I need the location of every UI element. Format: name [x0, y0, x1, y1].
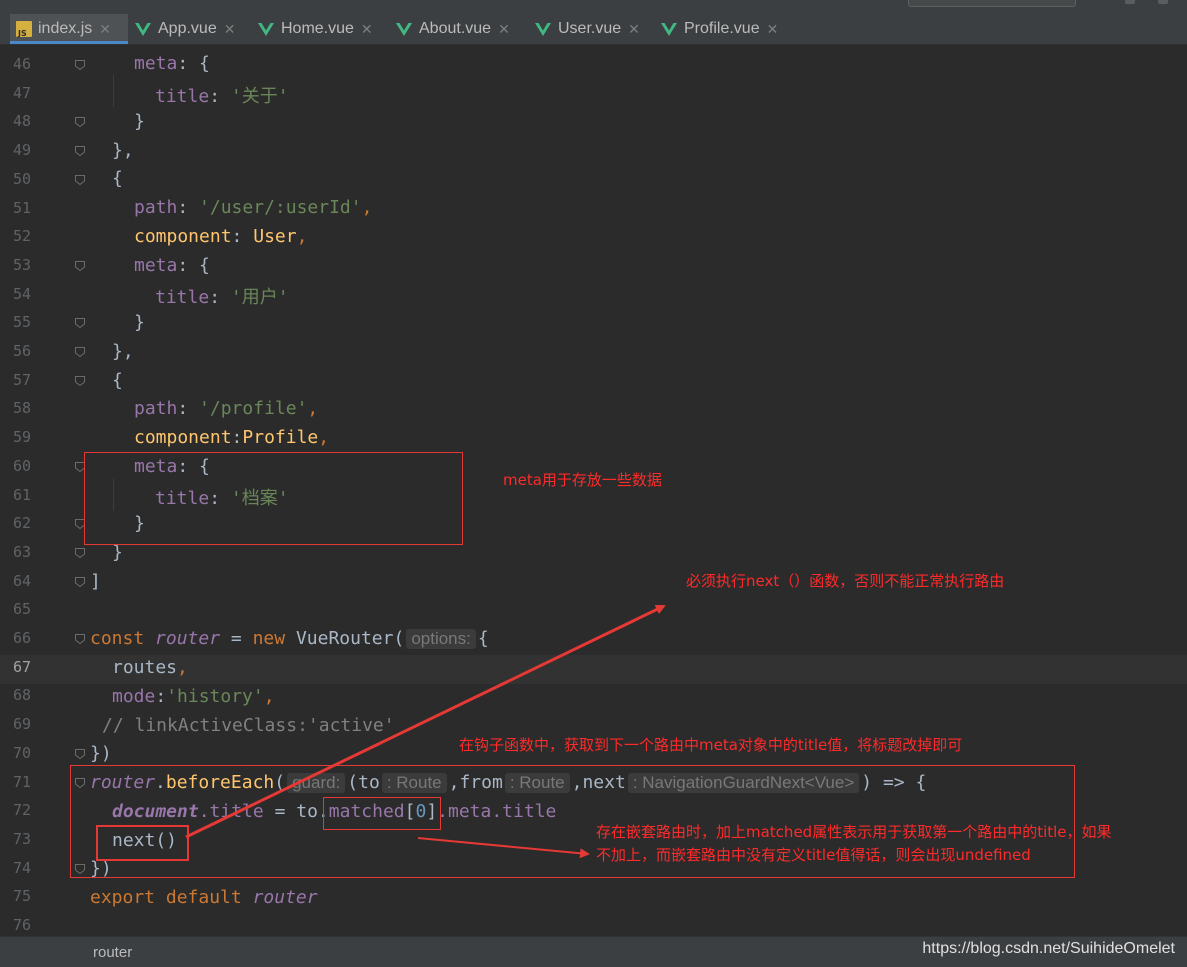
- breadcrumb[interactable]: router: [93, 944, 132, 961]
- watermark: https://blog.csdn.net/SuihideOmelet: [922, 940, 1175, 957]
- arrow-to-matched-note: [417, 837, 590, 859]
- meta-note: meta用于存放一些数据: [503, 471, 662, 489]
- matched-note: 存在嵌套路由时，加上matched属性表示用于获取第一个路由中的title，如果…: [596, 823, 1112, 864]
- breadcrumb-bar: router https://blog.csdn.net/SuihideOmel…: [0, 936, 1187, 967]
- arrow-to-next-note: [185, 604, 666, 839]
- hook-note: 在钩子函数中，获取到下一个路由中meta对象中的title值，将标题改掉即可: [459, 736, 963, 754]
- next-note: 必须执行next（）函数，否则不能正常执行路由: [686, 572, 1005, 590]
